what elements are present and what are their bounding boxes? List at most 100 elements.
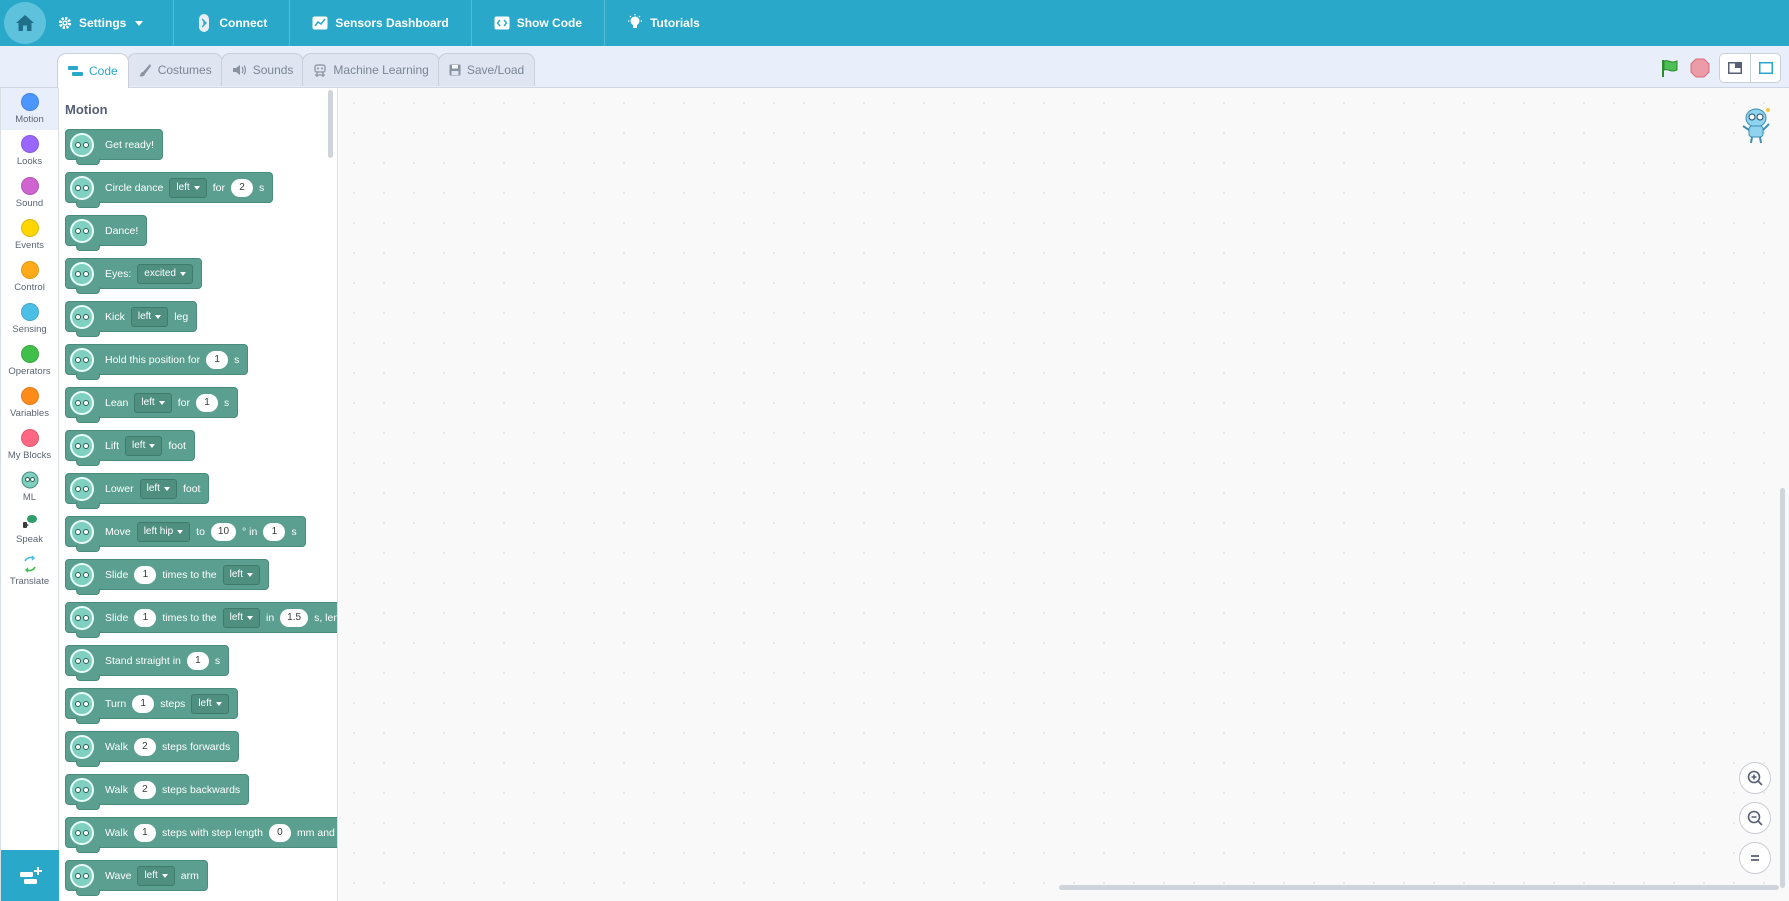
seconds-input[interactable]: 1 bbox=[263, 522, 286, 541]
block-circle-dance[interactable]: Circle dance left for 2 s bbox=[65, 172, 274, 208]
seconds-input[interactable]: 1 bbox=[195, 393, 218, 412]
times-input[interactable]: 1 bbox=[134, 608, 157, 627]
category-speak[interactable]: Speak bbox=[1, 508, 58, 550]
block-text: Kick bbox=[105, 310, 125, 323]
category-label: Looks bbox=[16, 156, 43, 167]
zoom-in-button[interactable] bbox=[1739, 762, 1771, 794]
block-kick[interactable]: Kick left leg bbox=[65, 301, 198, 337]
sensors-dashboard-button[interactable]: Sensors Dashboard bbox=[290, 0, 472, 46]
category-my-blocks[interactable]: My Blocks bbox=[1, 424, 58, 466]
seconds-input[interactable]: 1.5 bbox=[280, 608, 309, 627]
tutorials-button[interactable]: Tutorials bbox=[605, 0, 722, 46]
block-text: foot bbox=[182, 482, 201, 495]
seconds-input[interactable]: 1 bbox=[186, 651, 209, 670]
block-get-ready[interactable]: Get ready! bbox=[65, 129, 164, 165]
workspace-horizontal-scrollbar[interactable] bbox=[1059, 885, 1779, 890]
category-control[interactable]: Control bbox=[1, 256, 58, 298]
steps-input[interactable]: 1 bbox=[133, 823, 156, 842]
direction-dropdown[interactable]: left bbox=[222, 564, 260, 585]
block-move[interactable]: Move left hip to 10 ° in 1 s bbox=[65, 516, 306, 552]
steps-input[interactable]: 2 bbox=[133, 737, 156, 756]
direction-dropdown[interactable]: left bbox=[134, 392, 172, 413]
category-events[interactable]: Events bbox=[1, 214, 58, 256]
settings-menu[interactable]: Settings bbox=[46, 0, 175, 46]
code-workspace[interactable] bbox=[339, 88, 1789, 901]
foot-dropdown[interactable]: left bbox=[125, 435, 163, 456]
block-dance[interactable]: Dance! bbox=[65, 215, 148, 251]
block-walk-backwards[interactable]: Walk 2 steps backwards bbox=[65, 774, 250, 810]
home-icon bbox=[16, 15, 34, 31]
tab-sounds[interactable]: Sounds bbox=[220, 53, 305, 86]
direction-dropdown[interactable]: left bbox=[191, 693, 229, 714]
zoom-out-button[interactable] bbox=[1739, 802, 1771, 834]
block-wave[interactable]: Wave left arm bbox=[65, 860, 208, 896]
connect-label: Connect bbox=[219, 16, 268, 30]
palette-scrollbar[interactable] bbox=[328, 90, 333, 158]
category-looks[interactable]: Looks bbox=[1, 130, 58, 172]
direction-dropdown[interactable]: left bbox=[169, 177, 207, 198]
tab-machine-learning[interactable]: Machine Learning bbox=[302, 53, 440, 86]
small-stage-icon bbox=[1728, 62, 1742, 74]
add-extension-button[interactable] bbox=[1, 850, 60, 901]
seconds-input[interactable]: 2 bbox=[230, 178, 253, 197]
arm-dropdown[interactable]: left bbox=[137, 865, 175, 886]
zoom-reset-button[interactable] bbox=[1739, 842, 1771, 874]
add-extension-icon bbox=[19, 866, 42, 884]
block-walk-step-length[interactable]: Walk 1 steps with step length 0 mm and bbox=[65, 817, 337, 853]
block-eyes[interactable]: Eyes: excited bbox=[65, 258, 202, 294]
full-stage-button[interactable] bbox=[1750, 54, 1780, 82]
steps-input[interactable]: 1 bbox=[132, 694, 155, 713]
category-sensing[interactable]: Sensing bbox=[1, 298, 58, 340]
category-variables[interactable]: Variables bbox=[1, 382, 58, 424]
category-operators[interactable]: Operators bbox=[1, 340, 58, 382]
connect-button[interactable]: Connect bbox=[174, 0, 291, 46]
green-flag-icon[interactable] bbox=[1659, 57, 1681, 79]
block-slide[interactable]: Slide 1 times to the left bbox=[65, 559, 269, 595]
small-stage-button[interactable] bbox=[1720, 54, 1750, 82]
block-hold-position[interactable]: Hold this position for 1 s bbox=[65, 344, 249, 380]
category-translate[interactable]: Translate bbox=[1, 550, 58, 592]
block-turn[interactable]: Turn 1 steps left bbox=[65, 688, 238, 724]
category-ml[interactable]: ML bbox=[1, 466, 58, 508]
category-motion[interactable]: Motion bbox=[1, 88, 58, 130]
tab-costumes[interactable]: Costumes bbox=[126, 53, 223, 86]
looks-color-icon bbox=[20, 135, 39, 153]
tab-code-label: Code bbox=[89, 64, 118, 78]
foot-dropdown[interactable]: left bbox=[139, 478, 177, 499]
block-stand-straight[interactable]: Stand straight in 1 s bbox=[65, 645, 230, 681]
block-text: Lean bbox=[105, 396, 129, 409]
tab-code[interactable]: Code bbox=[57, 53, 129, 88]
block-text: Wave bbox=[105, 869, 132, 882]
steps-input[interactable]: 2 bbox=[133, 780, 156, 799]
sensing-color-icon bbox=[20, 303, 39, 321]
joint-dropdown[interactable]: left hip bbox=[136, 521, 191, 542]
block-lower[interactable]: Lower left foot bbox=[65, 473, 210, 509]
workspace-vertical-scrollbar[interactable] bbox=[1780, 488, 1785, 888]
brush-icon bbox=[138, 64, 151, 77]
show-code-label: Show Code bbox=[516, 16, 583, 30]
show-code-button[interactable]: Show Code bbox=[472, 0, 606, 46]
eyes-dropdown[interactable]: excited bbox=[137, 263, 193, 284]
block-slide-timed[interactable]: Slide 1 times to the left in 1.5 s, len bbox=[65, 602, 337, 638]
block-lean[interactable]: Lean left for 1 s bbox=[65, 387, 239, 423]
block-lift[interactable]: Lift left foot bbox=[65, 430, 195, 466]
block-text: Get ready! bbox=[105, 138, 155, 151]
block-walk-forwards[interactable]: Walk 2 steps forwards bbox=[65, 731, 240, 767]
category-sound[interactable]: Sound bbox=[1, 172, 58, 214]
angle-input[interactable]: 10 bbox=[210, 522, 237, 541]
bluetooth-icon bbox=[199, 14, 210, 32]
robot-face-icon bbox=[70, 520, 94, 544]
step-length-input[interactable]: 0 bbox=[268, 823, 291, 842]
category-label: Control bbox=[14, 282, 45, 293]
block-text: Lower bbox=[105, 482, 134, 495]
seconds-input[interactable]: 1 bbox=[206, 350, 229, 369]
home-button[interactable] bbox=[4, 2, 46, 44]
tab-save-load[interactable]: Save/Load bbox=[437, 53, 536, 86]
times-input[interactable]: 1 bbox=[134, 565, 157, 584]
direction-dropdown[interactable]: left bbox=[222, 607, 260, 628]
stop-icon[interactable] bbox=[1689, 57, 1711, 79]
leg-dropdown[interactable]: left bbox=[130, 306, 169, 327]
translate-icon bbox=[21, 555, 39, 573]
robot-face-icon bbox=[70, 606, 94, 630]
sensors-dashboard-label: Sensors Dashboard bbox=[335, 16, 449, 30]
